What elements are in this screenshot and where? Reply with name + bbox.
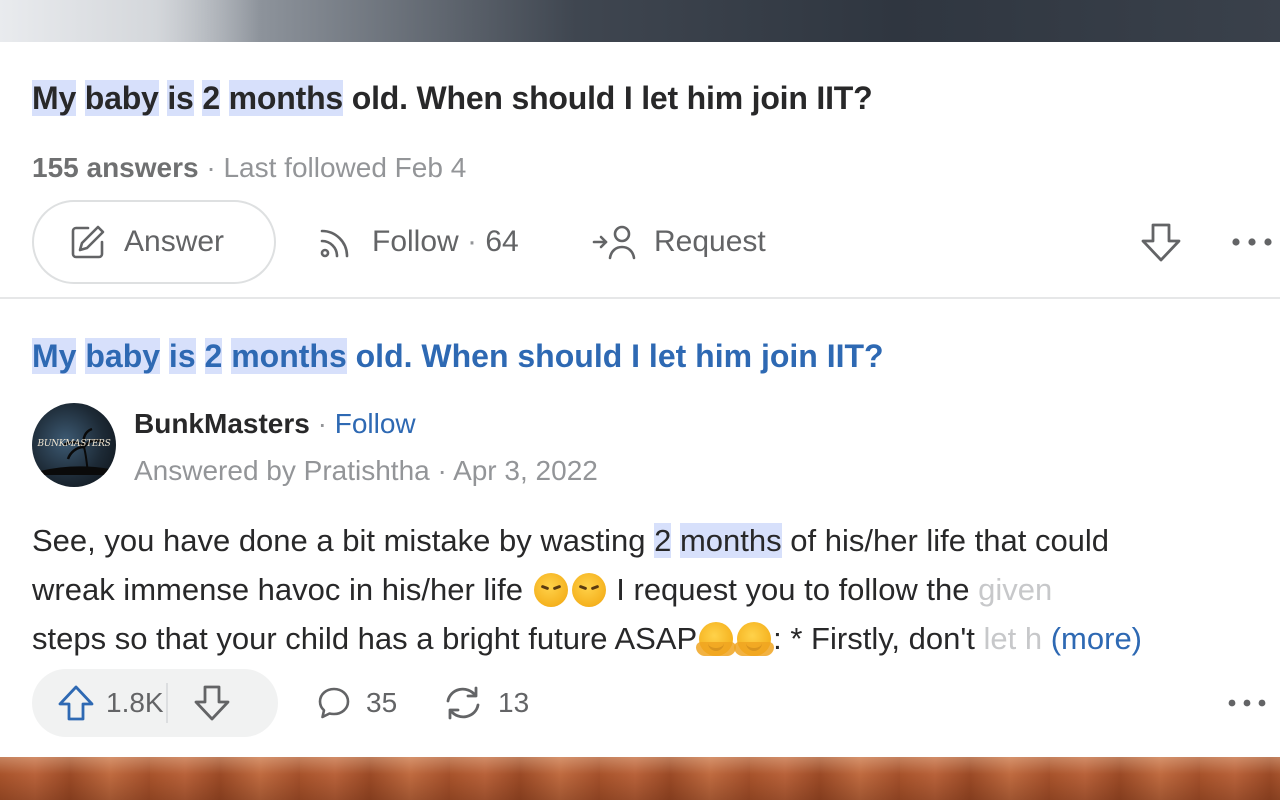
question-actions: Answer Follow · 64 Request	[32, 200, 1280, 286]
upvote-button[interactable]: 1.8K	[32, 669, 166, 737]
arrow-up-icon	[56, 684, 96, 722]
downvote-button[interactable]	[168, 669, 256, 737]
comment-count: 35	[366, 687, 398, 718]
pencil-square-icon	[68, 222, 108, 262]
question-meta: 155 answers · Last followed Feb 4	[32, 152, 467, 183]
hugging-face-emoji	[696, 622, 737, 656]
follow-count: 64	[485, 225, 519, 258]
share-cycle-icon	[442, 684, 484, 722]
answer-question-link[interactable]: My baby is 2 months old. When should I l…	[32, 338, 884, 375]
comments-button[interactable]: 35	[316, 669, 397, 737]
last-followed: Last followed Feb 4	[223, 152, 467, 183]
share-count: 13	[498, 687, 530, 718]
arrow-down-icon	[1138, 221, 1184, 263]
rss-feed-icon	[316, 222, 356, 262]
upvote-count: 1.8K	[106, 687, 164, 718]
question-more-button[interactable]	[1224, 200, 1280, 284]
palm-tree-icon	[40, 427, 110, 475]
follow-author-link[interactable]: Follow	[335, 408, 416, 439]
section-divider	[0, 297, 1280, 299]
request-button[interactable]: Request	[592, 200, 766, 284]
request-label: Request	[654, 225, 766, 258]
follow-label: Follow	[372, 225, 459, 258]
question-card: My baby is 2 months old. When should I l…	[0, 42, 1280, 757]
author-avatar[interactable]: BUNKMASTERS	[32, 403, 116, 487]
hugging-face-emoji	[734, 622, 775, 656]
background-image-top	[0, 0, 1280, 42]
pensive-face-emoji	[571, 573, 606, 607]
answers-count[interactable]: 155 answers	[32, 152, 199, 183]
author-line: BunkMasters · Follow	[134, 408, 416, 439]
downvote-question-button[interactable]	[1136, 200, 1186, 284]
answer-body[interactable]: See, you have done a bit mistake by wast…	[32, 516, 1280, 666]
background-image-bottom	[0, 757, 1280, 800]
ellipsis-icon	[1230, 237, 1274, 247]
answer-more-button[interactable]	[1222, 686, 1272, 720]
add-person-icon	[592, 222, 638, 262]
comment-bubble-icon	[316, 685, 352, 721]
more-link[interactable]: (more)	[1051, 621, 1142, 656]
avatar-logo-text: BUNKMASTERS	[37, 439, 111, 449]
answered-by[interactable]: Answered by Pratishtha	[134, 455, 430, 486]
answered-line: Answered by Pratishtha · Apr 3, 2022	[134, 455, 598, 486]
author-name[interactable]: BunkMasters	[134, 408, 310, 439]
question-title[interactable]: My baby is 2 months old. When should I l…	[32, 80, 873, 117]
follow-question-button[interactable]: Follow · 64	[316, 200, 519, 284]
arrow-down-icon	[192, 684, 232, 722]
vote-pill: 1.8K	[32, 669, 278, 737]
ellipsis-icon	[1227, 698, 1267, 708]
share-button[interactable]: 13	[442, 669, 529, 737]
answer-button-label: Answer	[124, 225, 225, 258]
pensive-face-emoji	[533, 573, 568, 607]
answer-date[interactable]: Apr 3, 2022	[453, 455, 598, 486]
answer-button[interactable]: Answer	[32, 200, 276, 284]
